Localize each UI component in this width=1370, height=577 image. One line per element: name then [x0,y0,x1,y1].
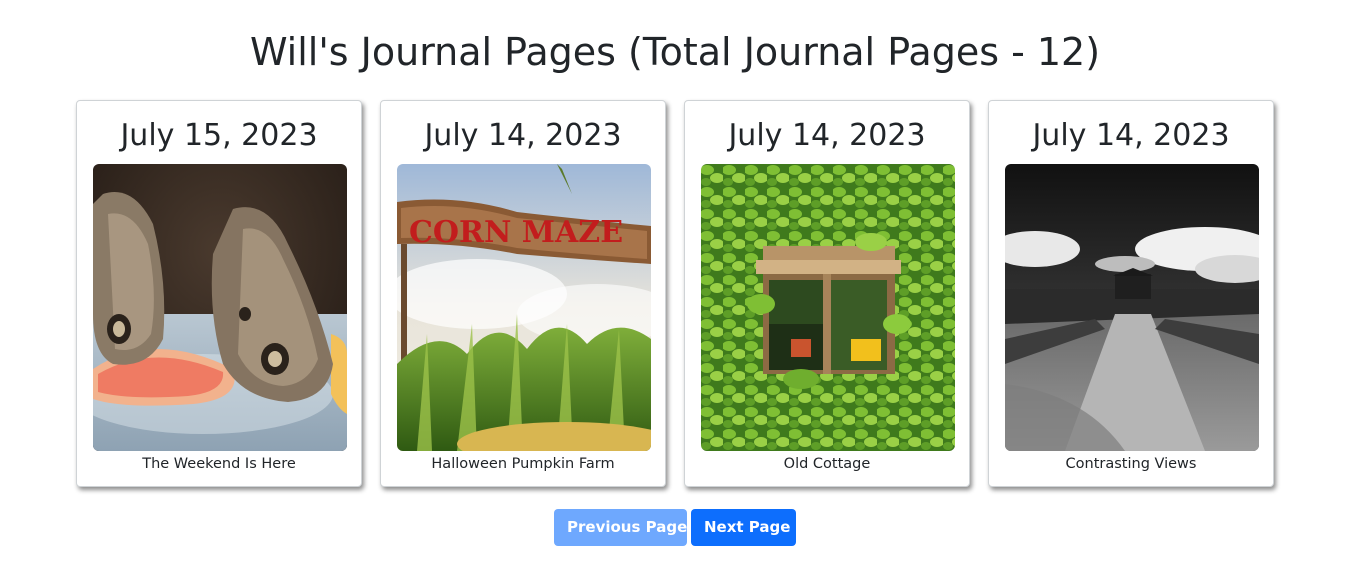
journal-card[interactable]: July 14, 2023 [988,100,1274,487]
card-image-corn-maze[interactable]: CORN MAZE [397,164,651,451]
svg-text:CORN MAZE: CORN MAZE [409,215,623,250]
journal-card[interactable]: July 14, 2023 [684,100,970,487]
page-title: Will's Journal Pages (Total Journal Page… [249,30,1101,74]
card-caption: Old Cottage [783,456,871,472]
card-date: July 15, 2023 [120,118,318,153]
previous-page-button[interactable]: Previous Page [554,509,687,546]
card-caption: Halloween Pumpkin Farm [431,456,615,472]
journal-card[interactable]: July 14, 2023 [380,100,666,487]
next-page-button[interactable]: Next Page [691,509,796,546]
card-date: July 14, 2023 [728,118,926,153]
journal-card[interactable]: July 15, 2023 The Weekend Is Here [76,100,362,487]
journal-page: Will's Journal Pages (Total Journal Page… [0,0,1370,577]
card-image-fort-path[interactable] [1005,164,1259,451]
card-image-butterflies[interactable] [93,164,347,451]
card-date: July 14, 2023 [1032,118,1230,153]
card-date: July 14, 2023 [424,118,622,153]
card-caption: Contrasting Views [1065,456,1197,472]
journal-card-list: July 15, 2023 The Weekend Is Here July 1… [76,100,1276,488]
card-image-ivy-window[interactable] [701,164,955,451]
card-caption: The Weekend Is Here [142,456,296,472]
